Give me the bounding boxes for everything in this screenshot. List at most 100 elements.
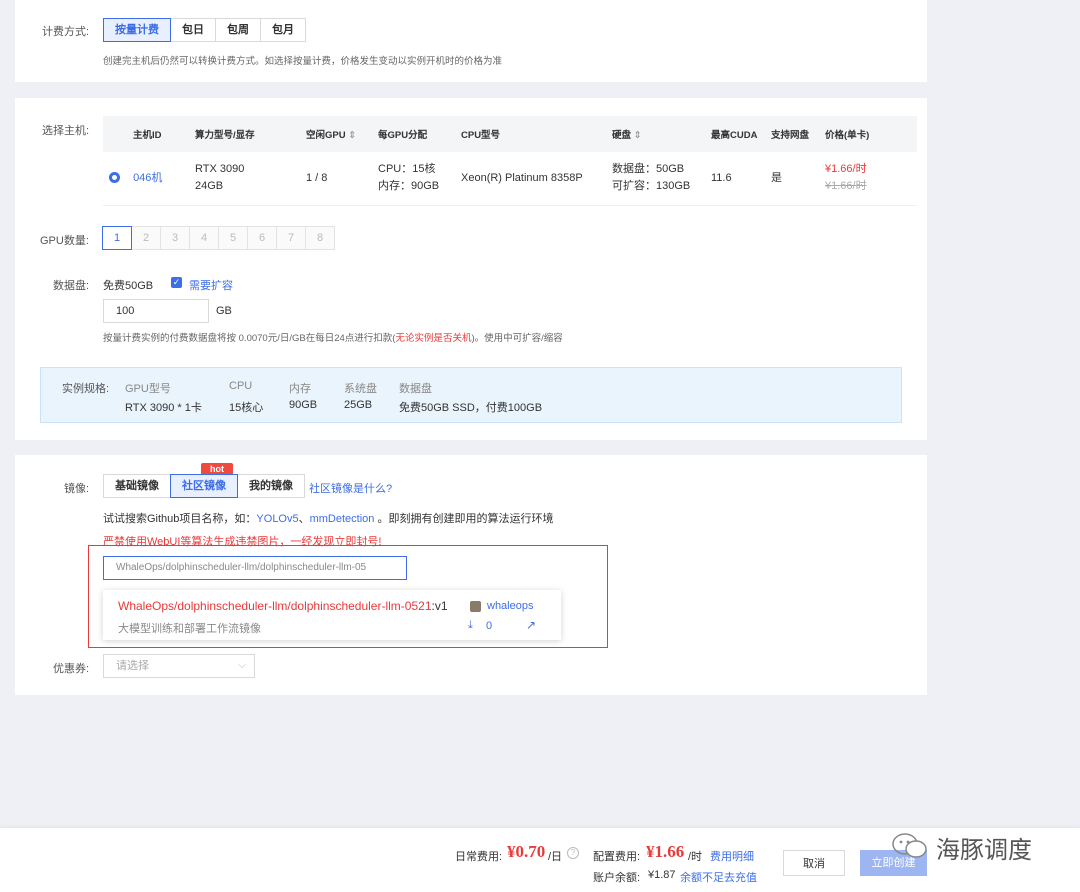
data-disk-unit: GB — [216, 305, 232, 317]
billing-card: 计费方式: 按量计费 包日 包周 包月 创建完主机后仍然可以转换计费方式。如选择… — [15, 0, 927, 82]
gpu-count-8[interactable]: 8 — [305, 226, 335, 250]
image-search-input[interactable]: WhaleOps/dolphinscheduler-llm/dolphinsch… — [103, 556, 407, 580]
gpu-count-7[interactable]: 7 — [276, 226, 306, 250]
watermark: 海豚调度 — [890, 828, 1080, 868]
billing-option-hourly[interactable]: 按量计费 — [103, 18, 171, 42]
gpu-count-options: 1 2 3 4 5 6 7 8 — [102, 226, 335, 250]
coupon-select[interactable]: 请选择 ⌵ — [103, 654, 255, 678]
image-options: 基础镜像 社区镜像 我的镜像 — [103, 474, 305, 498]
billing-option-weekly[interactable]: 包周 — [215, 18, 261, 42]
disk-ext: 可扩容：130GB — [612, 180, 691, 193]
col-model: 算力型号/显存 — [187, 116, 298, 152]
balance-label: 账户余额: — [593, 872, 641, 884]
coupon-label: 优惠券: — [53, 663, 90, 675]
cancel-button[interactable]: 取消 — [783, 850, 845, 876]
spec-val-gpu: RTX 3090 * 1卡 — [125, 402, 202, 414]
price-cell: ¥1.66/时 ¥1.66/时 — [817, 152, 917, 206]
col-disk[interactable]: 硬盘 ⇕ — [604, 116, 703, 152]
image-try-hint: 试试搜索Github项目名称，如：YOLOv5、mmDetection 。即刻拥… — [103, 510, 553, 526]
result-user[interactable]: whaleops — [487, 600, 533, 612]
result-name-text: WhaleOps/dolphinscheduler-llm/dolphinsch… — [118, 599, 432, 613]
result-name[interactable]: WhaleOps/dolphinscheduler-llm/dolphinsch… — [118, 599, 448, 613]
free-gpu-cell: 1 / 8 — [298, 152, 370, 206]
netdisk-cell: 是 — [763, 152, 817, 206]
spec-key-mem: 内存 — [289, 383, 311, 395]
col-host-id: 主机ID — [103, 116, 187, 152]
image-option-base[interactable]: 基础镜像 — [103, 474, 171, 498]
data-disk-hint-red: 无论实例是否关机 — [395, 333, 472, 344]
try-text-a: 试试搜索Github项目名称，如： — [103, 513, 257, 525]
sort-icon[interactable]: ⇕ — [634, 130, 642, 141]
daily-cost-unit: /日 — [548, 851, 563, 863]
cuda-cell: 11.6 — [703, 152, 763, 206]
host-id: 046机 — [133, 171, 163, 184]
spec-label: 实例规格: — [62, 383, 110, 395]
billing-option-daily[interactable]: 包日 — [170, 18, 216, 42]
data-disk-hint-b: )。使用中可扩容/缩容 — [471, 333, 563, 344]
disk-size: 数据盘：50GB — [612, 163, 685, 176]
spec-key-sysdisk: 系统盘 — [344, 383, 377, 395]
gpu-count-label: GPU数量: — [40, 235, 89, 247]
col-free-gpu-label: 空闲GPU — [306, 130, 346, 141]
result-version: :v1 — [431, 599, 448, 613]
data-disk-input[interactable]: 100 — [103, 299, 209, 323]
alloc-mem: 内存：90GB — [378, 180, 440, 193]
spec-val-mem: 90GB — [289, 399, 318, 411]
balance-value: ¥1.87 — [648, 869, 676, 881]
host-label: 选择主机: — [42, 125, 90, 137]
recharge-link[interactable]: 余额不足去充值 — [680, 869, 757, 885]
image-label: 镜像: — [64, 483, 90, 495]
watermark-text: 海豚调度 — [936, 837, 1032, 864]
host-id-cell[interactable]: 046机 — [103, 152, 187, 206]
gpu-count-2[interactable]: 2 — [131, 226, 161, 250]
try-link-yolov5[interactable]: YOLOv5 — [256, 513, 298, 525]
col-gpu-alloc: 每GPU分配 — [370, 116, 453, 152]
image-card: 镜像: 基础镜像 社区镜像 我的镜像 hot 社区镜像是什么? 试试搜索Gith… — [15, 455, 927, 695]
host-table-header: 主机ID 算力型号/显存 空闲GPU ⇕ 每GPU分配 CPU型号 硬盘 ⇕ 最… — [103, 116, 917, 152]
search-result-dropdown[interactable]: WhaleOps/dolphinscheduler-llm/dolphinsch… — [103, 590, 561, 640]
wechat-icon — [892, 833, 927, 858]
price-current: ¥1.66/时 — [825, 163, 867, 176]
data-disk-hint: 按量计费实例的付费数据盘将按 0.0070元/日/GB在每日24点进行扣款(无论… — [103, 330, 563, 344]
image-option-mine[interactable]: 我的镜像 — [237, 474, 305, 498]
community-image-help-link[interactable]: 社区镜像是什么? — [309, 480, 392, 496]
spec-val-datadisk: 免费50GB SSD，付费100GB — [399, 402, 543, 414]
col-netdisk: 支持网盘 — [763, 116, 817, 152]
col-price: 价格(单卡) — [817, 116, 917, 152]
cpu-model-cell: Xeon(R) Platinum 8358P — [453, 152, 604, 206]
col-cuda: 最高CUDA — [703, 116, 763, 152]
expand-checkbox[interactable]: ✓ — [171, 277, 182, 288]
price-original: ¥1.66/时 — [825, 180, 867, 193]
spec-key-datadisk: 数据盘 — [399, 383, 432, 395]
external-link-icon[interactable]: ↗ — [526, 618, 536, 632]
billing-label: 计费方式: — [42, 26, 90, 38]
host-radio[interactable] — [109, 172, 120, 184]
model-vram: 24GB — [195, 180, 224, 193]
try-sep: 、 — [298, 513, 310, 525]
col-disk-label: 硬盘 — [612, 130, 632, 141]
cost-detail-link[interactable]: 费用明细 — [710, 848, 754, 864]
gpu-count-4[interactable]: 4 — [189, 226, 219, 250]
coupon-placeholder: 请选择 — [116, 660, 149, 672]
image-option-community[interactable]: 社区镜像 — [170, 474, 238, 498]
result-desc: 大模型训练和部署工作流镜像 — [118, 623, 261, 635]
try-link-mmdetection[interactable]: mmDetection — [310, 513, 375, 525]
table-row[interactable]: 046机 RTX 3090 24GB 1 / 8 CPU：15核 内存：90GB X… — [103, 152, 917, 206]
spec-val-sysdisk: 25GB — [344, 399, 373, 411]
expand-label[interactable]: 需要扩容 — [189, 277, 233, 293]
col-free-gpu[interactable]: 空闲GPU ⇕ — [298, 116, 370, 152]
host-table: 主机ID 算力型号/显存 空闲GPU ⇕ 每GPU分配 CPU型号 硬盘 ⇕ 最… — [103, 116, 917, 206]
gpu-count-1[interactable]: 1 — [102, 226, 132, 250]
data-disk-free: 免费50GB — [103, 280, 154, 292]
try-text-b: 。即刻拥有创建即用的算法运行环境 — [374, 513, 554, 525]
config-cost-value: ¥1.66 — [646, 842, 685, 861]
gpu-count-5[interactable]: 5 — [218, 226, 248, 250]
config-cost-unit: /时 — [688, 851, 703, 863]
help-icon[interactable]: ? — [567, 847, 579, 859]
data-disk-hint-a: 按量计费实例的付费数据盘将按 0.0070元/日/GB在每日24点进行扣款( — [103, 333, 396, 344]
daily-cost-label: 日常费用: — [455, 851, 503, 863]
gpu-count-6[interactable]: 6 — [247, 226, 277, 250]
sort-icon[interactable]: ⇕ — [348, 130, 356, 141]
billing-option-monthly[interactable]: 包月 — [260, 18, 306, 42]
gpu-count-3[interactable]: 3 — [160, 226, 190, 250]
